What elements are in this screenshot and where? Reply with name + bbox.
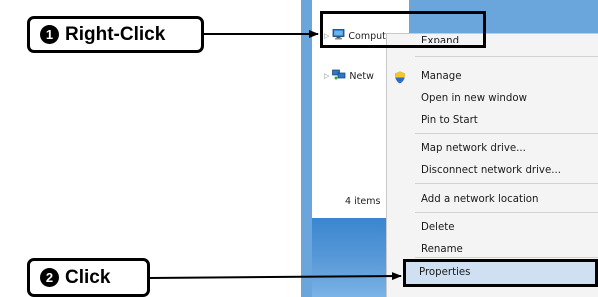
step2-arrow [149,272,402,281]
callout-arrows [149,30,402,281]
